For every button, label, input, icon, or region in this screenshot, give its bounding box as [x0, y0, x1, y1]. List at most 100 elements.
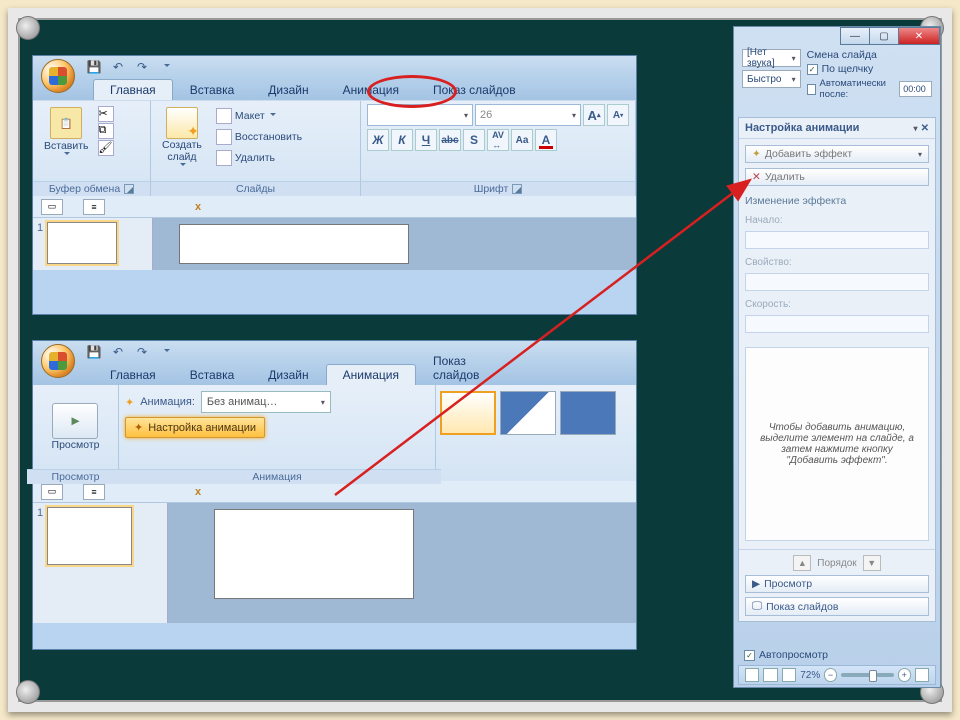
transition-wipe[interactable] [560, 391, 616, 435]
delete-effect-button[interactable]: ✕Удалить [745, 168, 929, 186]
redo-icon-2[interactable]: ↷ [133, 343, 151, 361]
speed-select[interactable]: Быстро▾ [742, 70, 801, 88]
order-down-button[interactable]: ▼ [863, 555, 881, 571]
minimize-button[interactable]: — [840, 27, 870, 45]
font-size-select[interactable]: 26▾ [475, 104, 581, 126]
strike-icon[interactable]: abc [439, 129, 461, 151]
animation-select[interactable]: Без анимац…▾ [201, 391, 331, 413]
add-effect-button[interactable]: ✦Добавить эффект▾ [745, 145, 929, 163]
auto-checkbox[interactable] [807, 84, 816, 95]
grow-font-icon[interactable]: A▴ [583, 104, 605, 126]
office-button-2[interactable] [41, 344, 75, 378]
preview-label: Просмотр [52, 439, 100, 451]
onclick-checkbox[interactable]: ✓ [807, 64, 818, 75]
outline-view-tab-2[interactable]: ≡ [83, 484, 105, 500]
outline-close[interactable]: x [195, 201, 201, 213]
shrink-font-icon[interactable]: A▾ [607, 104, 629, 126]
transition-fade[interactable] [500, 391, 556, 435]
underline-icon[interactable]: Ч [415, 129, 437, 151]
slide-canvas[interactable] [179, 224, 409, 264]
pane-dropdown-icon[interactable]: ▾ [914, 124, 918, 133]
new-slide-button[interactable]: ✦ Создать слайд [157, 104, 207, 181]
slideshow-button[interactable]: 🖵Показ слайдов [745, 597, 929, 616]
delete-x-icon: ✕ [752, 171, 761, 183]
cut-icon[interactable]: ✂ [98, 106, 114, 122]
layout-button[interactable]: Макет [211, 106, 307, 126]
outline-view-tab[interactable]: ≡ [83, 199, 105, 215]
pane-close-icon[interactable]: ✕ [921, 123, 929, 134]
copy-icon[interactable]: ⧉ [98, 123, 114, 139]
slide-thumbnail-2[interactable] [47, 507, 132, 565]
sound-select[interactable]: [Нет звука]▾ [742, 49, 801, 67]
font-launcher-icon[interactable] [512, 184, 522, 194]
thumb-number-2: 1 [37, 507, 43, 619]
maximize-button[interactable]: ▢ [869, 27, 899, 45]
tab2-animation[interactable]: Анимация [326, 364, 416, 385]
property-select[interactable] [745, 273, 929, 291]
clipboard-launcher-icon[interactable] [124, 184, 134, 194]
zoom-out-button[interactable]: − [824, 668, 837, 682]
tab-home[interactable]: Главная [93, 79, 173, 100]
paste-button[interactable]: 📋 Вставить [39, 104, 94, 181]
font-family-select[interactable]: ▾ [367, 104, 473, 126]
new-slide-label: Создать слайд [162, 140, 202, 163]
save-icon[interactable]: 💾 [85, 58, 103, 76]
tab2-home[interactable]: Главная [93, 364, 173, 385]
char-spacing-icon[interactable]: AV↔ [487, 129, 509, 151]
order-up-button[interactable]: ▲ [793, 555, 811, 571]
slide-canvas-2[interactable] [214, 509, 414, 599]
close-button[interactable]: ✕ [898, 27, 940, 45]
zoom-in-button[interactable]: + [898, 668, 911, 682]
outline-tab-row: ▭ ≡ x [33, 196, 636, 218]
delete-button[interactable]: Удалить [211, 148, 307, 168]
italic-icon[interactable]: К [391, 129, 413, 151]
pane-title: Настройка анимации [745, 122, 859, 134]
sorter-view-icon[interactable] [763, 668, 777, 682]
format-painter-icon[interactable]: 🖌 [98, 140, 114, 156]
animation-group-label: Анимация [252, 471, 301, 483]
redo-icon[interactable]: ↷ [133, 58, 151, 76]
tab-design[interactable]: Дизайн [251, 79, 325, 100]
play-button[interactable]: ▶Просмотр [745, 575, 929, 593]
tab2-design[interactable]: Дизайн [251, 364, 325, 385]
autopreview-checkbox[interactable]: ✓ [744, 650, 755, 661]
tab-insert[interactable]: Вставка [173, 79, 252, 100]
tab2-slideshow[interactable]: Показ слайдов [416, 350, 506, 385]
auto-time-field[interactable]: 00:00 [899, 81, 932, 97]
powerpoint-window-lower: 💾 ↶ ↷ Главная Вставка Дизайн Анимация По… [32, 340, 637, 650]
slides-view-tab[interactable]: ▭ [41, 199, 63, 215]
normal-view-icon[interactable] [745, 668, 759, 682]
start-select[interactable] [745, 231, 929, 249]
slideshow-view-icon[interactable] [782, 668, 796, 682]
fit-view-icon[interactable] [915, 668, 929, 682]
undo-icon-2[interactable]: ↶ [109, 343, 127, 361]
slide-thumbnail[interactable] [47, 222, 117, 264]
tab-animation[interactable]: Анимация [326, 79, 416, 100]
paste-icon: 📋 [50, 107, 82, 139]
preview-button[interactable]: ▶ Просмотр [47, 400, 105, 454]
qat-more-icon-2[interactable] [157, 343, 175, 361]
reset-button[interactable]: Восстановить [211, 127, 307, 147]
tab-slideshow[interactable]: Показ слайдов [416, 79, 533, 100]
start-label: Начало: [745, 215, 929, 226]
font-color-icon[interactable]: A [535, 129, 557, 151]
speed-select-2[interactable] [745, 315, 929, 333]
clipboard-group-label: Буфер обмена [49, 183, 120, 195]
status-bar: 72% − + [738, 665, 936, 685]
tab2-insert[interactable]: Вставка [173, 364, 252, 385]
shadow-icon[interactable]: S [463, 129, 485, 151]
auto-after-label: Автоматически после: [820, 78, 896, 100]
qat-more-icon[interactable] [157, 58, 175, 76]
change-case-icon[interactable]: Aa [511, 129, 533, 151]
office-button[interactable] [41, 59, 75, 93]
bold-icon[interactable]: Ж [367, 129, 389, 151]
slides-view-tab-2[interactable]: ▭ [41, 484, 63, 500]
zoom-slider[interactable] [841, 673, 894, 677]
undo-icon[interactable]: ↶ [109, 58, 127, 76]
outline-close-2[interactable]: x [195, 486, 201, 498]
ribbon-home: 📋 Вставить ✂ ⧉ 🖌 Буфер обмена ✦ Создать … [33, 100, 636, 196]
monitor-icon: 🖵 [752, 600, 762, 613]
animation-settings-button[interactable]: ✦ Настройка анимации [125, 417, 265, 438]
transition-none[interactable] [440, 391, 496, 435]
save-icon-2[interactable]: 💾 [85, 343, 103, 361]
